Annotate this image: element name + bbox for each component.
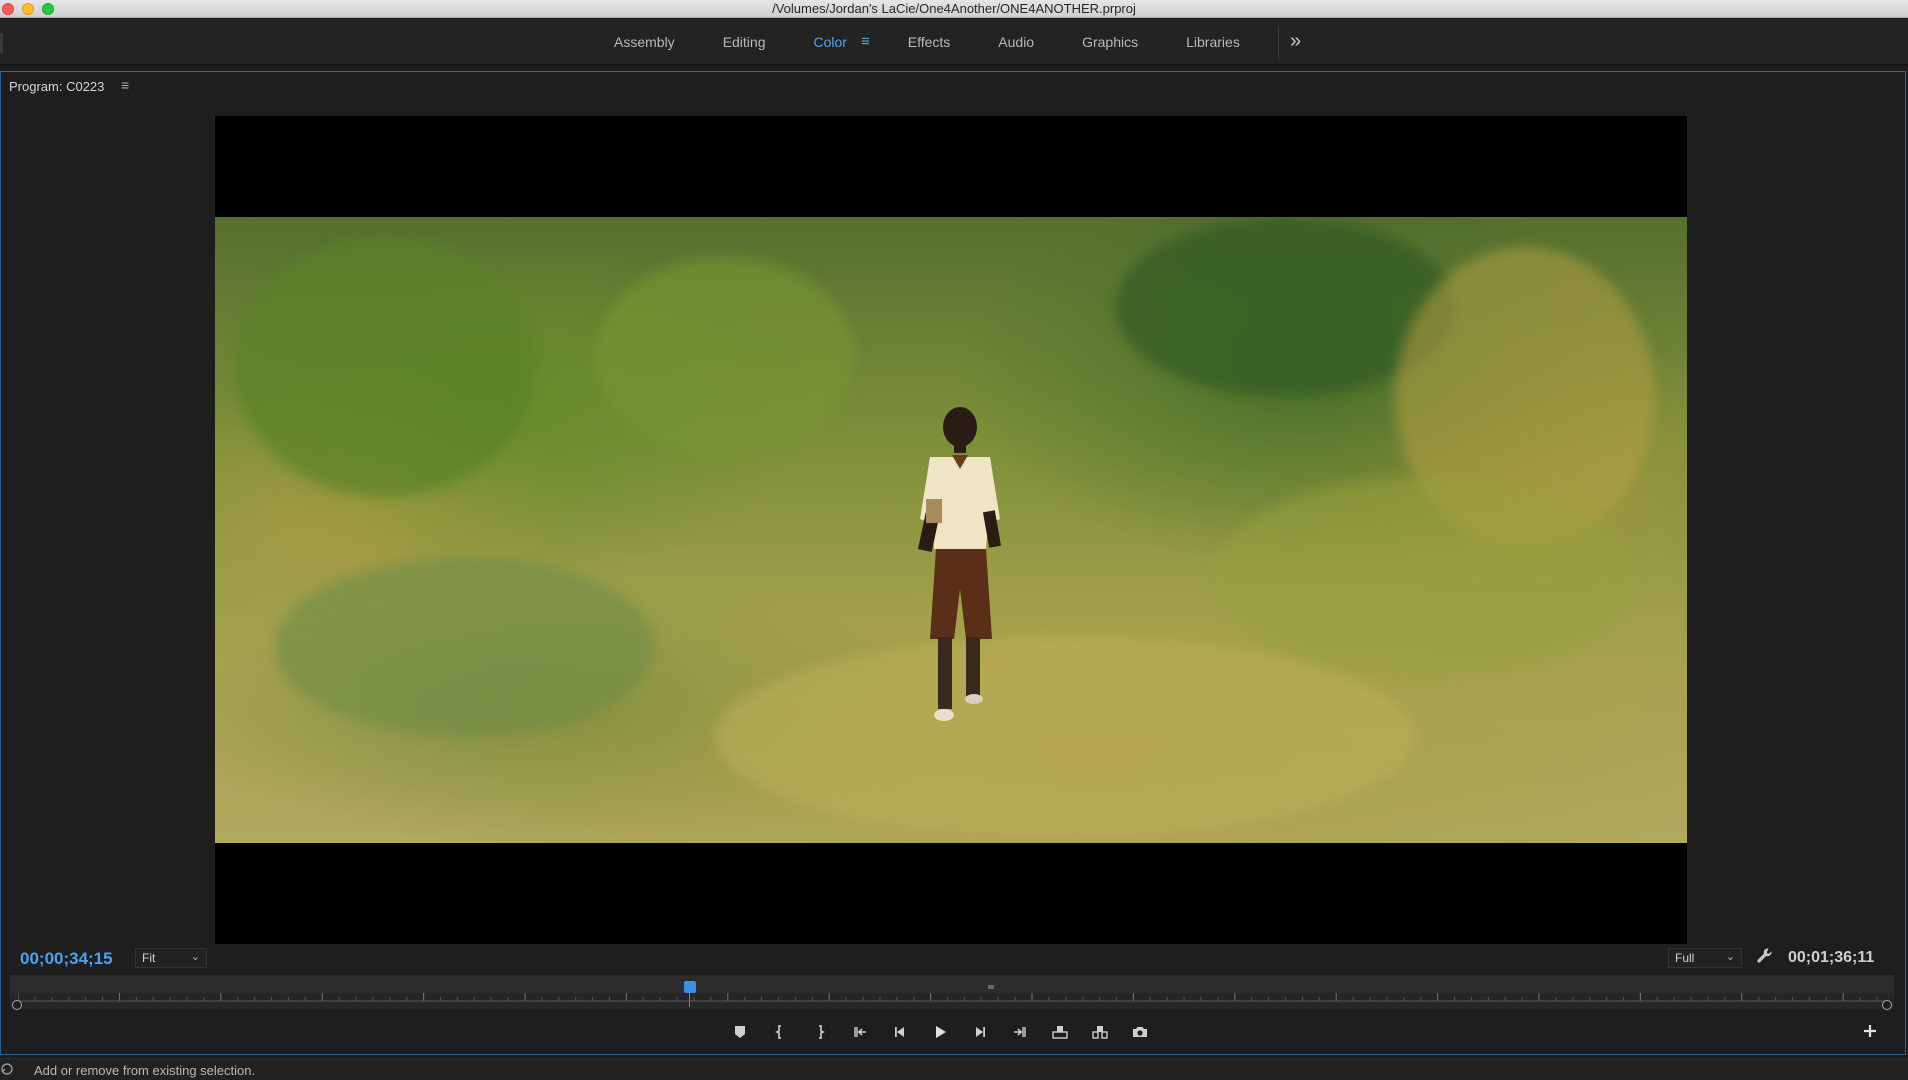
status-bar: Add or remove from existing selection. [0,1058,1908,1080]
go-to-out-icon [1014,1027,1026,1037]
playhead[interactable] [684,981,697,1007]
video-subject-figure [917,407,1002,721]
wrench-icon[interactable] [1756,947,1774,965]
video-frame-image [215,217,1687,843]
add-button-icon[interactable] [1862,1023,1878,1039]
step-forward-icon [976,1027,985,1037]
go-to-out-button[interactable] [1010,1022,1030,1042]
chevron-down-icon: ⌄ [1725,951,1735,963]
workspace-tab-assembly[interactable]: Assembly [590,19,699,65]
step-back-button[interactable] [890,1022,910,1042]
lift-button[interactable] [1050,1022,1070,1042]
workspace-tab-color[interactable]: Color [790,19,853,65]
video-preview[interactable] [215,116,1687,944]
transport-controls [730,1022,1170,1042]
workspace-tabs: Assembly Editing Color ≡ Effects Audio G… [590,19,1264,65]
ruler-track[interactable] [10,975,1894,993]
go-to-in-button[interactable] [850,1022,870,1042]
mark-in-icon [775,1025,781,1039]
selection-cursor-icon [1,1063,13,1075]
workspace-tab-audio[interactable]: Audio [974,19,1058,65]
step-back-icon [895,1027,904,1037]
export-frame-button[interactable] [1130,1022,1150,1042]
window-title-bar: /Volumes/Jordan's LaCie/One4Another/ONE4… [0,0,1908,18]
ruler-marker [988,985,994,989]
workspace-tab-graphics[interactable]: Graphics [1058,19,1162,65]
workspace-bar: Assembly Editing Color ≡ Effects Audio G… [0,19,1908,65]
export-frame-icon [1133,1027,1147,1037]
status-message: Add or remove from existing selection. [34,1063,256,1078]
zoom-level-select[interactable]: Fit ⌄ [135,948,207,968]
mark-out-icon [819,1025,825,1039]
add-marker-button[interactable] [730,1022,750,1042]
workspace-tab-effects[interactable]: Effects [884,19,975,65]
double-chevron-right-icon[interactable]: » [1290,29,1301,53]
lift-icon [1052,1026,1068,1039]
play-icon [936,1026,946,1038]
out-range-handle[interactable] [1882,1000,1892,1010]
current-timecode[interactable]: 00;00;34;15 [20,949,113,969]
playback-resolution-select[interactable]: Full ⌄ [1668,948,1742,968]
workspace-bar-handle[interactable] [0,33,3,53]
window-title: /Volumes/Jordan's LaCie/One4Another/ONE4… [772,1,1136,16]
panel-header: Program: C0223 ≡ [1,72,1905,102]
timeline-ruler[interactable] [10,975,1894,1010]
mark-in-button[interactable] [770,1022,790,1042]
extract-icon [1092,1026,1108,1039]
in-range-handle[interactable] [12,1000,22,1010]
step-forward-button[interactable] [970,1022,990,1042]
panel-menu-icon[interactable]: ≡ [121,77,129,93]
add-marker-icon [735,1026,745,1038]
duration-timecode: 00;01;36;11 [1788,949,1875,966]
ruler-ticks [18,993,1886,1002]
chevron-down-icon: ⌄ [190,951,200,963]
extract-button[interactable] [1090,1022,1110,1042]
workspace-tab-editing[interactable]: Editing [699,19,790,65]
workspace-tab-libraries[interactable]: Libraries [1162,19,1264,65]
playback-resolution-value: Full [1675,951,1695,965]
zoom-level-value: Fit [142,951,156,965]
mark-out-button[interactable] [810,1022,830,1042]
workspace-menu-icon[interactable]: ≡ [853,19,884,65]
go-to-in-icon [854,1027,866,1037]
play-button[interactable] [930,1022,950,1042]
workspace-divider [1278,27,1279,59]
panel-title[interactable]: Program: C0223 [9,79,104,94]
